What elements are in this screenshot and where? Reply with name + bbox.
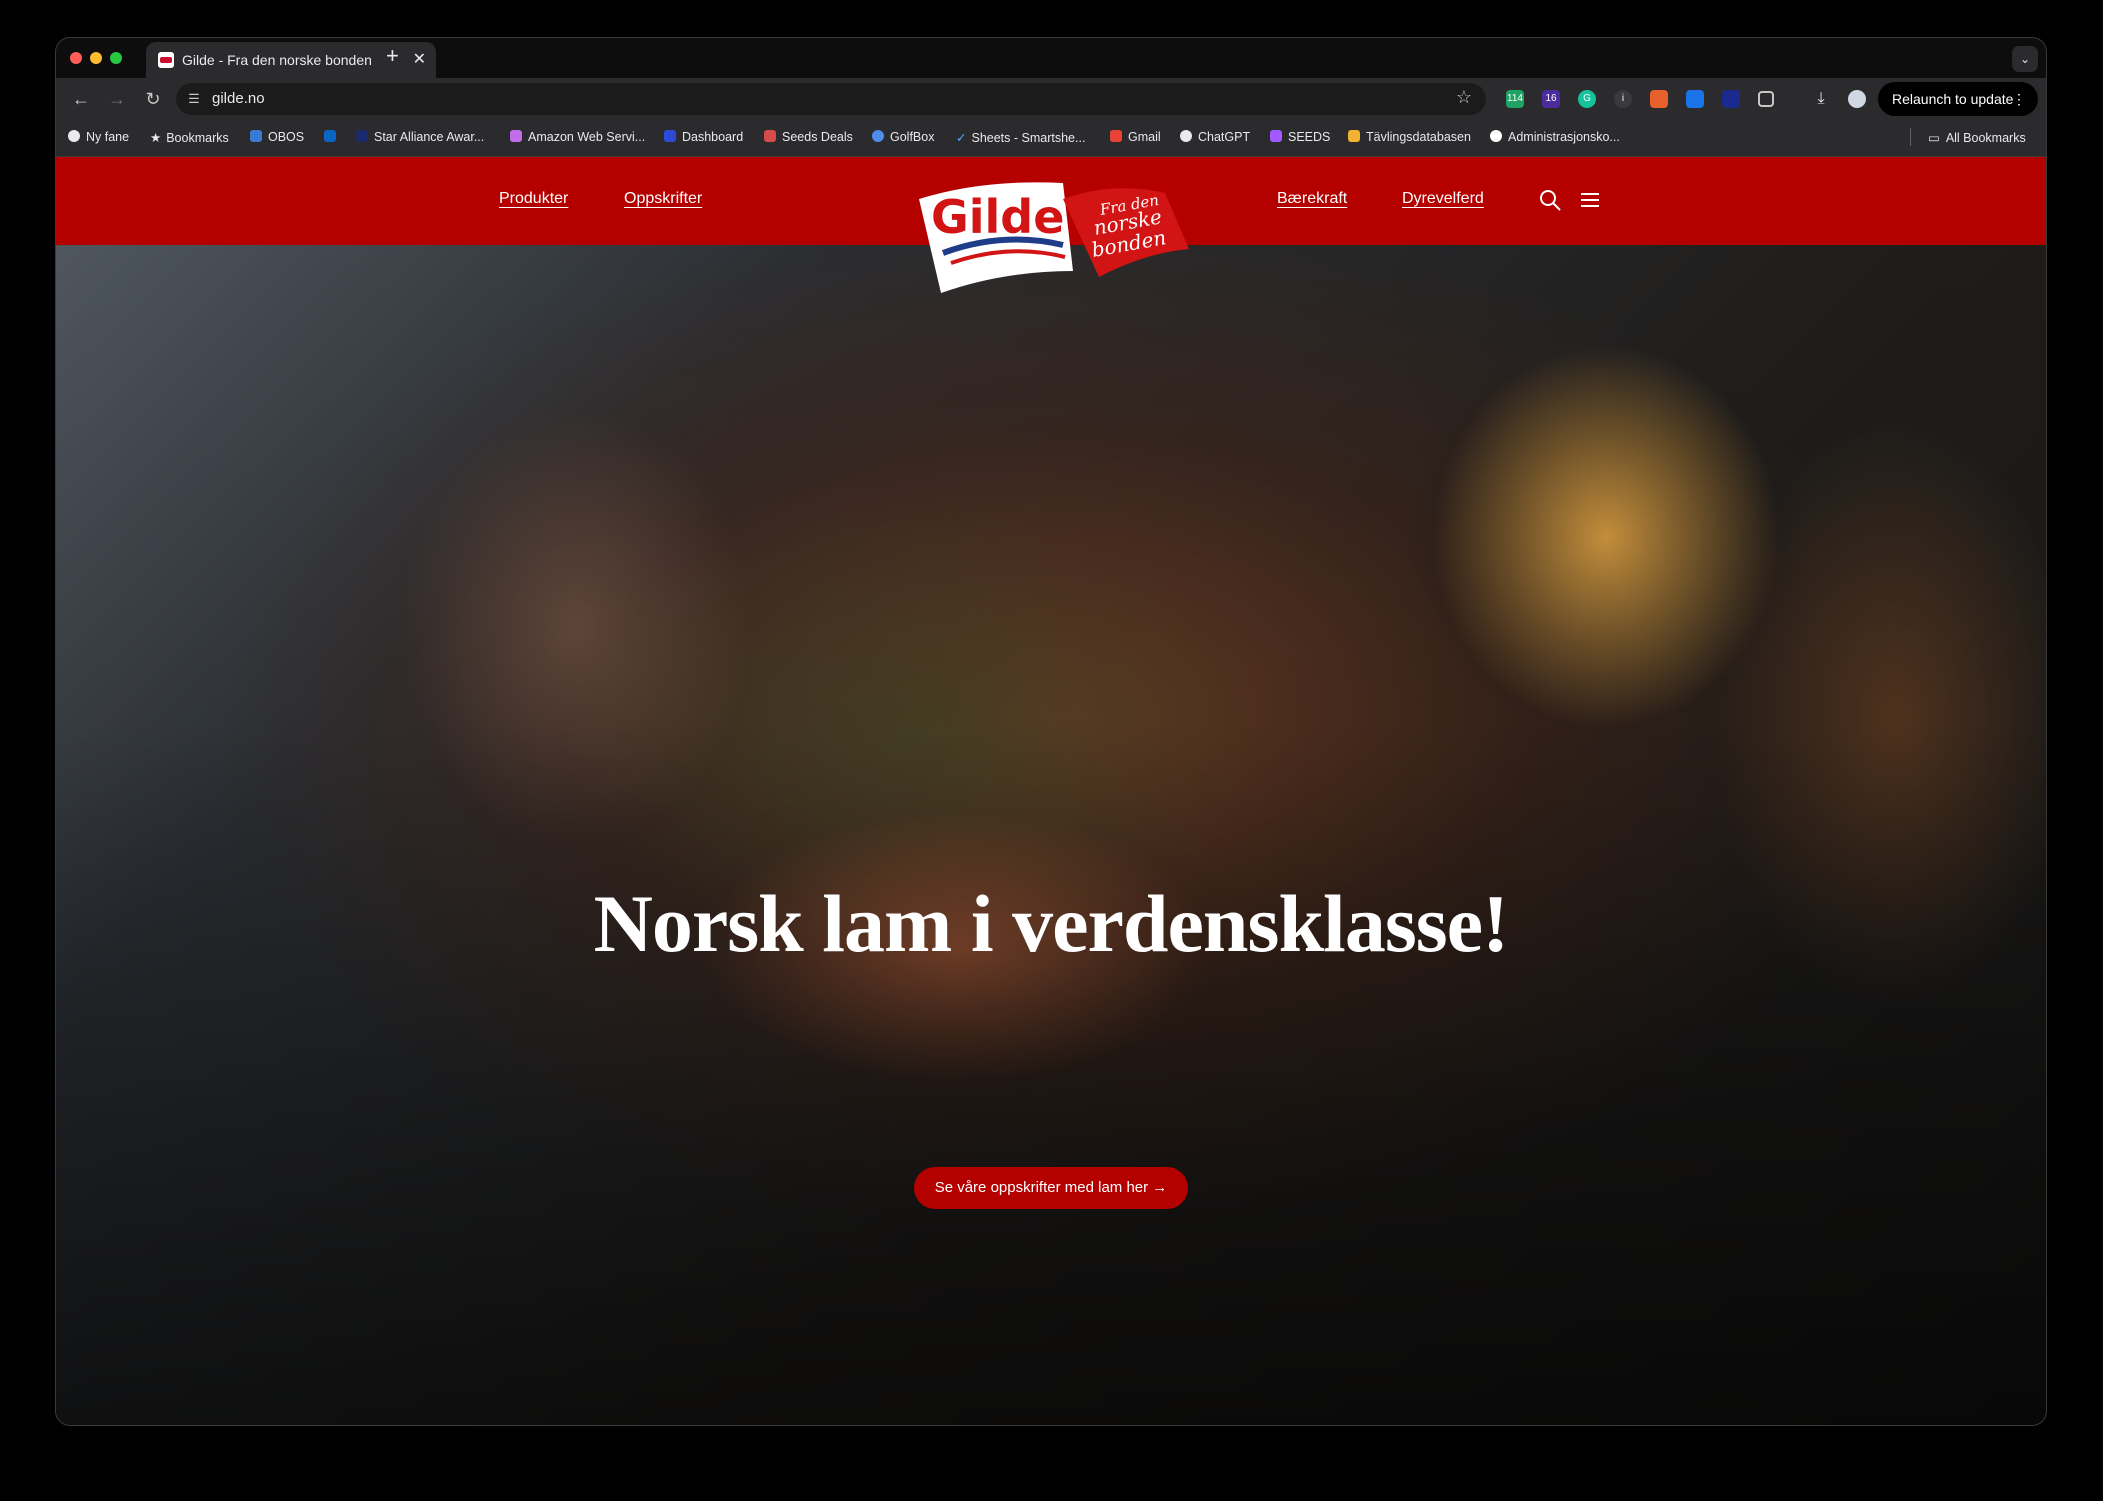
bookmark-item[interactable]: Star Alliance Awar...	[356, 130, 484, 144]
bookmark-item[interactable]: Ny fane	[68, 130, 129, 144]
download-icon[interactable]: ⤓	[1812, 90, 1830, 108]
bookmarks-bar: Ny fane ★ Bookmarks OBOS Star Alliance Aw…	[56, 120, 2046, 157]
forward-arrow-icon[interactable]: →	[104, 86, 130, 112]
hamburger-menu-icon[interactable]	[1578, 188, 1602, 212]
nav-link-produkter[interactable]: Produkter	[499, 190, 568, 208]
blue-extension-icon[interactable]	[1686, 90, 1704, 108]
bookmark-item[interactable]: GolfBox	[872, 130, 934, 144]
new-tab-button[interactable]: +	[386, 43, 399, 69]
bookmark-star-icon[interactable]: ☆	[1456, 87, 1472, 108]
navy-extension-icon[interactable]	[1722, 90, 1740, 108]
site-info-icon[interactable]: ☰	[186, 91, 202, 107]
bookmark-item[interactable]: Amazon Web Servi...	[510, 130, 645, 144]
bookmark-item[interactable]: SEEDS	[1270, 130, 1330, 144]
bookmark-item[interactable]: ★ Bookmarks	[150, 130, 229, 145]
globe-icon	[872, 130, 884, 142]
bookmark-label: Bookmarks	[166, 131, 229, 145]
bookmark-item[interactable]: Seeds Deals	[764, 130, 853, 144]
calendar-extension-icon[interactable]: 114	[1506, 90, 1524, 108]
bookmark-item[interactable]: Tävlingsdatabasen	[1348, 130, 1471, 144]
bookmarks-divider	[1910, 128, 1911, 146]
bookmark-label: Ny fane	[86, 130, 130, 144]
relaunch-label: Relaunch to update	[1892, 91, 2014, 107]
gilde-logo[interactable]: Gilde Fra den norske bonden	[913, 171, 1198, 306]
hero-overlay	[56, 157, 2046, 1425]
orange-extension-icon[interactable]	[1650, 90, 1668, 108]
bookmark-item[interactable]	[324, 130, 342, 144]
smartsheet-icon: ✓	[956, 131, 967, 145]
bookmark-label: OBOS	[268, 130, 305, 144]
bookmark-label: ChatGPT	[1198, 130, 1251, 144]
bookmark-label: Dashboard	[682, 130, 744, 144]
folder-icon: ▭	[1928, 131, 1940, 145]
browser-window: Gilde - Fra den norske bonden ✕ + ⌄ ← → …	[56, 38, 2046, 1425]
bookmark-item[interactable]: Dashboard	[664, 130, 743, 144]
gmail-icon	[1110, 130, 1122, 142]
bookmark-item[interactable]: ✓ Sheets - Smartshe...	[956, 130, 1085, 145]
nav-link-baerekraft[interactable]: Bærekraft	[1277, 190, 1347, 208]
bookmark-item[interactable]: OBOS	[250, 130, 304, 144]
bookmark-label: Tävlingsdatabasen	[1366, 130, 1471, 144]
bookmark-label: Administrasjonsko...	[1508, 130, 1620, 144]
back-arrow-icon[interactable]: ←	[68, 86, 94, 112]
bookmark-label: Seeds Deals	[782, 130, 853, 144]
zoom-window-button[interactable]	[110, 52, 122, 64]
grammarly-extension-icon[interactable]: G	[1578, 90, 1596, 108]
tab-close-icon[interactable]: ✕	[413, 49, 426, 69]
hero-cta-button[interactable]: Se våre oppskrifter med lam her →	[914, 1167, 1188, 1209]
bookmark-item[interactable]: Gmail	[1110, 130, 1161, 144]
obos-icon	[250, 130, 262, 142]
nav-link-dyrevelferd[interactable]: Dyrevelferd	[1402, 190, 1484, 208]
bookmark-label: GolfBox	[890, 130, 935, 144]
bookmark-label: Sheets - Smartshe...	[971, 131, 1086, 145]
nav-link-oppskrifter[interactable]: Oppskrifter	[624, 190, 702, 208]
notifications-extension-icon[interactable]: 16	[1542, 90, 1560, 108]
logo-brand-text: Gilde	[931, 190, 1064, 244]
linkedin-icon	[324, 130, 336, 142]
address-bar[interactable]: ☰ gilde.no ☆	[176, 83, 1486, 115]
extensions-puzzle-icon[interactable]	[1758, 91, 1774, 107]
tab-strip: Gilde - Fra den norske bonden ✕ + ⌄	[56, 38, 2046, 78]
info-extension-icon[interactable]: i	[1614, 90, 1632, 108]
search-icon[interactable]	[1538, 188, 1562, 212]
reload-icon[interactable]: ↻	[140, 86, 166, 112]
chrome-icon	[68, 130, 80, 142]
minimize-window-button[interactable]	[90, 52, 102, 64]
bookmark-label: Gmail	[1128, 130, 1161, 144]
trophy-icon	[1348, 130, 1360, 142]
tab-title: Gilde - Fra den norske bonden	[182, 52, 372, 68]
hero-headline: Norsk lam i verdensklasse!	[593, 878, 1510, 969]
relaunch-menu-icon[interactable]: ⋮	[2012, 82, 2026, 116]
close-window-button[interactable]	[70, 52, 82, 64]
all-bookmarks-label: All Bookmarks	[1945, 131, 2026, 145]
star-icon: ★	[150, 131, 162, 145]
seeds-icon	[764, 130, 776, 142]
dashboard-icon	[664, 130, 676, 142]
bookmark-label: Star Alliance Awar...	[374, 130, 485, 144]
web-page: Produkter Oppskrifter Bærekraft Dyrevelf…	[56, 157, 2046, 1425]
gilde-favicon-icon	[158, 52, 174, 68]
browser-toolbar: ← → ↻ ☰ gilde.no ☆ 114 16 G i ⤓ Relaunch…	[56, 78, 2046, 120]
chatgpt-icon	[1180, 130, 1192, 142]
star-alliance-icon	[356, 130, 368, 142]
bookmark-label: SEEDS	[1288, 130, 1331, 144]
figma-icon	[1270, 130, 1282, 142]
bookmark-label: Amazon Web Servi...	[528, 130, 646, 144]
google-icon	[1490, 130, 1502, 142]
all-bookmarks-button[interactable]: ▭ All Bookmarks	[1928, 130, 2026, 145]
bookmark-item[interactable]: Administrasjonsko...	[1490, 130, 1620, 144]
tab-search-button[interactable]: ⌄	[2012, 46, 2038, 72]
bookmark-item[interactable]: ChatGPT	[1180, 130, 1250, 144]
relaunch-button[interactable]: Relaunch to update ⋮	[1878, 82, 2038, 116]
aws-icon	[510, 130, 522, 142]
url-text[interactable]: gilde.no	[212, 90, 265, 107]
profile-avatar[interactable]	[1848, 90, 1866, 108]
